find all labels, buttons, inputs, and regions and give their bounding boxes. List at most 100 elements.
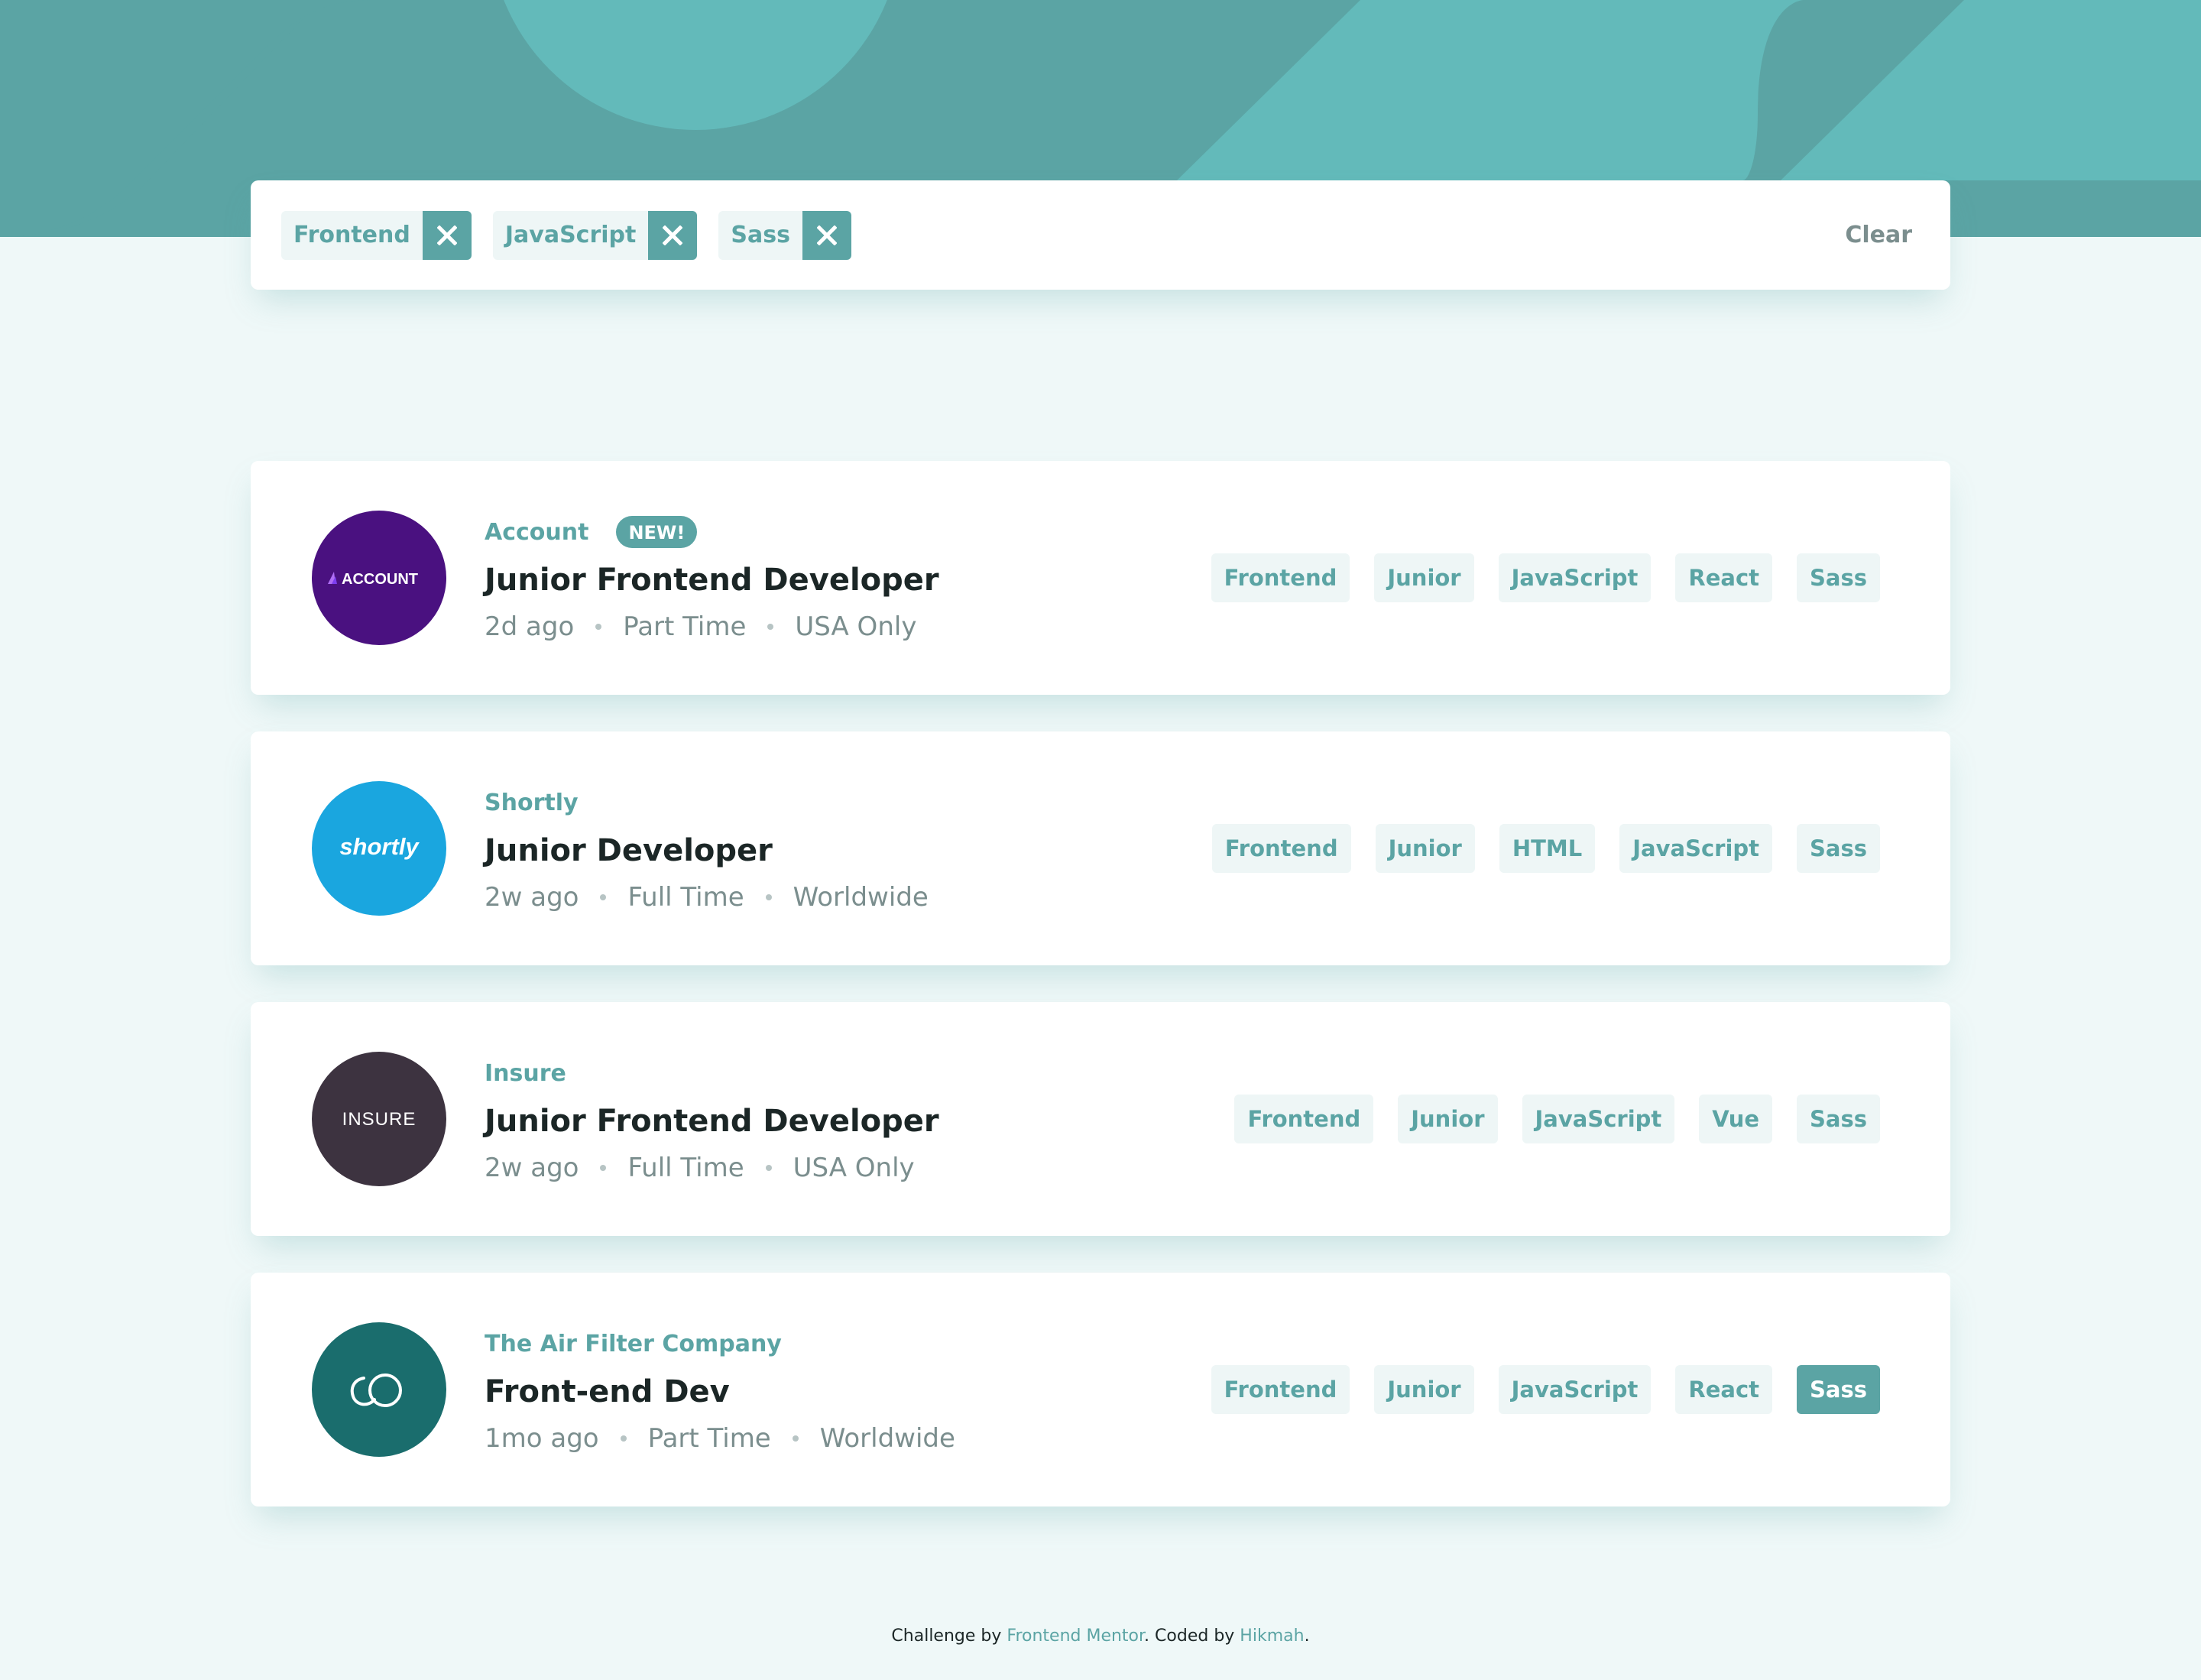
location: USA Only	[795, 611, 917, 642]
tag-button[interactable]: Junior	[1398, 1095, 1498, 1143]
job-position[interactable]: Junior Frontend Developer	[485, 563, 1211, 598]
footer-prefix: Challenge by	[891, 1626, 1007, 1646]
company-name: Account	[485, 518, 589, 546]
location: USA Only	[793, 1153, 915, 1183]
company-logo-shortly: shortly	[312, 781, 446, 916]
filter-chip-frontend: Frontend	[281, 210, 472, 260]
company-logo-insure: INSURE	[312, 1052, 446, 1186]
company-logo-account: ACCOUNT	[312, 511, 446, 645]
tag-button[interactable]: HTML	[1499, 824, 1596, 873]
tag-button[interactable]: Junior	[1374, 553, 1474, 602]
company-name: Insure	[485, 1059, 566, 1087]
company-name: Shortly	[485, 789, 579, 816]
filter-chip-label: JavaScript	[492, 210, 649, 260]
contract-type: Full Time	[627, 1153, 744, 1183]
tag-button[interactable]: Sass	[1797, 553, 1880, 602]
tag-button[interactable]: Frontend	[1211, 553, 1350, 602]
tag-button[interactable]: JavaScript	[1498, 553, 1652, 602]
air-filter-logo-icon	[350, 1374, 402, 1407]
tag-button[interactable]: Junior	[1375, 824, 1475, 873]
posted-at: 1mo ago	[485, 1423, 599, 1454]
job-card: ACCOUNT Account NEW! Junior Frontend Dev…	[251, 461, 1950, 695]
tag-button[interactable]: Sass	[1797, 824, 1880, 873]
tag-button[interactable]: JavaScript	[1619, 824, 1773, 873]
remove-filter-button[interactable]	[648, 210, 698, 260]
tag-button-active[interactable]: Sass	[1797, 1365, 1880, 1414]
close-icon	[816, 225, 837, 245]
company-logo-air-filter	[312, 1322, 446, 1457]
insure-logo-icon: INSURE	[342, 1109, 417, 1130]
close-icon	[436, 225, 457, 245]
posted-at: 2w ago	[485, 1153, 579, 1183]
company-name: The Air Filter Company	[485, 1330, 782, 1357]
job-meta: 2w ago Full Time Worldwide	[485, 882, 1212, 913]
company-row: Insure	[485, 1055, 1234, 1091]
job-meta: 2w ago Full Time USA Only	[485, 1153, 1234, 1183]
job-tags: Frontend Junior HTML JavaScript Sass	[1211, 824, 1880, 873]
filter-chip-label: Frontend	[281, 210, 423, 260]
logo-text: INSURE	[342, 1109, 417, 1130]
job-tags: Frontend Junior JavaScript Vue Sass	[1234, 1095, 1880, 1143]
footer-suffix: .	[1304, 1626, 1310, 1646]
filter-chips: Frontend JavaScript Sass	[281, 210, 1845, 260]
tag-button[interactable]: Frontend	[1211, 1365, 1350, 1414]
separator-dot	[792, 1435, 799, 1442]
tag-button[interactable]: JavaScript	[1522, 1095, 1675, 1143]
filter-chip-label: Sass	[718, 210, 802, 260]
tag-button[interactable]: Vue	[1699, 1095, 1773, 1143]
contract-type: Part Time	[623, 611, 747, 642]
close-icon	[663, 225, 683, 245]
account-logo-icon: ACCOUNT	[328, 571, 418, 588]
job-tags: Frontend Junior JavaScript React Sass	[1211, 553, 1880, 602]
tag-button[interactable]: React	[1675, 1365, 1773, 1414]
attribution-footer: Challenge by Frontend Mentor. Coded by H…	[0, 1626, 2201, 1646]
job-position[interactable]: Junior Frontend Developer	[485, 1104, 1234, 1139]
location: Worldwide	[793, 882, 929, 913]
contract-type: Part Time	[647, 1423, 771, 1454]
shortly-logo-icon: shortly	[339, 833, 420, 860]
job-position[interactable]: Front-end Dev	[485, 1374, 1211, 1409]
filter-bar: Frontend JavaScript Sass Clear	[251, 180, 1950, 290]
job-card: The Air Filter Company Front-end Dev 1mo…	[251, 1273, 1950, 1506]
separator-dot	[765, 894, 772, 900]
separator-dot	[767, 624, 774, 630]
tag-button[interactable]: Junior	[1374, 1365, 1474, 1414]
filter-chip-javascript: JavaScript	[492, 210, 698, 260]
job-card: shortly Shortly Junior Developer 2w ago …	[251, 731, 1950, 965]
tag-button[interactable]: Frontend	[1211, 824, 1351, 873]
job-info: Insure Junior Frontend Developer 2w ago …	[485, 1055, 1234, 1184]
company-row: Shortly	[485, 784, 1212, 821]
logo-text: ACCOUNT	[342, 571, 418, 588]
company-row: Account NEW!	[485, 514, 1211, 550]
author-link[interactable]: Hikmah	[1240, 1626, 1304, 1646]
separator-dot	[595, 624, 602, 630]
posted-at: 2d ago	[485, 611, 575, 642]
tag-button[interactable]: JavaScript	[1498, 1365, 1652, 1414]
job-list: ACCOUNT Account NEW! Junior Frontend Dev…	[251, 461, 1950, 1543]
frontend-mentor-link[interactable]: Frontend Mentor	[1006, 1626, 1144, 1646]
remove-filter-button[interactable]	[422, 210, 472, 260]
posted-at: 2w ago	[485, 882, 579, 913]
remove-filter-button[interactable]	[802, 210, 851, 260]
job-tags: Frontend Junior JavaScript React Sass	[1211, 1365, 1880, 1414]
separator-dot	[765, 1165, 772, 1171]
tag-button[interactable]: React	[1675, 553, 1773, 602]
contract-type: Full Time	[627, 882, 744, 913]
separator-dot	[620, 1435, 627, 1442]
separator-dot	[600, 894, 607, 900]
logo-text: shortly	[339, 833, 420, 860]
new-badge: NEW!	[616, 516, 698, 548]
footer-middle: . Coded by	[1144, 1626, 1240, 1646]
job-info: Account NEW! Junior Frontend Developer 2…	[485, 514, 1211, 642]
separator-dot	[600, 1165, 607, 1171]
tag-button[interactable]: Sass	[1797, 1095, 1880, 1143]
job-info: The Air Filter Company Front-end Dev 1mo…	[485, 1325, 1211, 1455]
job-meta: 1mo ago Part Time Worldwide	[485, 1423, 1211, 1454]
job-position[interactable]: Junior Developer	[485, 833, 1212, 868]
company-row: The Air Filter Company	[485, 1325, 1211, 1362]
clear-button[interactable]: Clear	[1845, 222, 1912, 248]
job-meta: 2d ago Part Time USA Only	[485, 611, 1211, 642]
job-card: INSURE Insure Junior Frontend Developer …	[251, 1002, 1950, 1236]
filter-chip-sass: Sass	[718, 210, 851, 260]
tag-button[interactable]: Frontend	[1234, 1095, 1374, 1143]
